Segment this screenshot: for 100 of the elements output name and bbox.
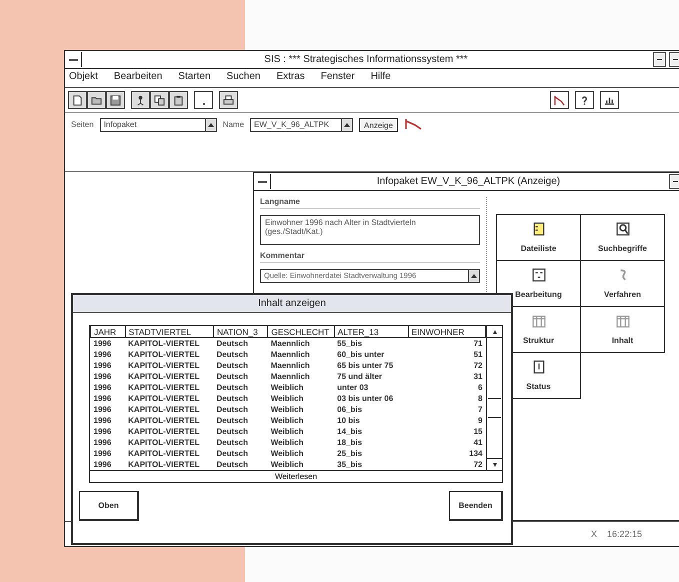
table-cell-text: KAPITOL-VIERTEL	[127, 437, 201, 448]
toolbar-button[interactable]	[150, 91, 169, 109]
toolbar-button[interactable]	[219, 91, 238, 109]
menu-item[interactable]: Hilfe	[370, 71, 391, 85]
table-cell-text: 03 bis unter 06	[336, 393, 394, 404]
table-cell: KAPITOL-VIERTEL	[125, 338, 214, 349]
table-cell-text: KAPITOL-VIERTEL	[127, 393, 201, 404]
table-cell-text: Deutsch	[215, 360, 249, 371]
tool-tile[interactable]: Dateiliste	[496, 214, 581, 261]
minimize-button[interactable]	[653, 52, 666, 67]
column-header: EINWOHNER	[408, 326, 486, 338]
table-cell-text: 8	[477, 393, 484, 404]
table-cell-text: 134	[468, 448, 484, 459]
field-label: Kommentar	[260, 251, 480, 263]
dialog-button[interactable]: Oben	[79, 491, 139, 521]
window-title: Infopaket EW_V_K_96_ALTPK (Anzeige)	[376, 176, 562, 187]
toolbar-button[interactable]	[575, 91, 594, 109]
table-cell-text: 75 und älter	[336, 371, 384, 382]
table-cell-text: KAPITOL-VIERTEL	[127, 404, 201, 415]
table-cell-text: 7	[477, 404, 484, 415]
table-cell-text: Weiblich	[270, 448, 304, 459]
show-button[interactable]: Anzeige	[359, 118, 398, 132]
table-cell-text: Maennlich	[270, 371, 311, 382]
table-cell-text: Weiblich	[270, 426, 304, 437]
read-more-button[interactable]: Weiterlesen	[90, 470, 502, 482]
toolbar-button[interactable]	[106, 91, 125, 109]
toolbar-button[interactable]	[68, 91, 87, 109]
person-icon	[135, 94, 146, 106]
toolbar-button[interactable]	[550, 91, 569, 109]
table-cell-text: 10 bis	[336, 415, 361, 426]
menu-item[interactable]: Fenster	[320, 71, 355, 85]
table-cell-text: Deutsch	[215, 448, 249, 459]
table-cell-text: 51	[472, 349, 484, 360]
table-cell-text: unter 03	[336, 382, 370, 393]
table-cell-text: 1996	[92, 393, 112, 404]
table-cell-text: 6	[477, 382, 484, 393]
dialog-title: Inhalt anzeigen	[73, 295, 511, 313]
status-mark: X	[590, 529, 597, 539]
menu-item[interactable]: Starten	[178, 71, 211, 85]
table-cell-text: 72	[472, 459, 484, 470]
table-icon	[530, 314, 546, 328]
combo-box[interactable]: EW_V_K_96_ALTPK	[250, 118, 354, 132]
table-cell-text: KAPITOL-VIERTEL	[127, 415, 201, 426]
table-cell-text: Deutsch	[215, 459, 249, 470]
toolbar-button[interactable]	[131, 91, 150, 109]
tool-tile[interactable]: Inhalt	[580, 306, 665, 353]
column-header: GESCHLECHT	[268, 326, 334, 338]
status-time: 16:22:15	[606, 529, 642, 539]
column-header: JAHR	[90, 326, 126, 338]
menu-item[interactable]: Objekt	[69, 71, 98, 85]
table-cell-text: 35_bis	[336, 459, 364, 470]
tool-tile[interactable]: Suchbegriffe	[580, 214, 665, 261]
toolbar-button[interactable]	[169, 91, 188, 109]
table-cell-text: Weiblich	[270, 382, 304, 393]
table-cell-text: 06_bis	[336, 404, 364, 415]
text-area[interactable]: Einwohner 1996 nach Alter in Stadtvierteln (ges./Stadt/Kat.)	[260, 215, 480, 245]
column-header: STADTVIERTEL	[125, 326, 214, 338]
table-cell-text: 1996	[92, 437, 112, 448]
table-cell-text: Deutsch	[215, 349, 249, 360]
scrollbar[interactable]	[486, 326, 502, 470]
table-cell-text: KAPITOL-VIERTEL	[127, 360, 201, 371]
table-cell-text: 15	[472, 426, 484, 437]
window-title: SIS : *** Strategisches Informationssystem ***	[263, 54, 469, 65]
form-icon	[530, 268, 546, 282]
table-cell-text: Deutsch	[215, 382, 249, 393]
paste-icon	[173, 94, 184, 106]
table-cell-text: 14_bis	[336, 426, 364, 437]
menu-item[interactable]: Suchen	[226, 71, 260, 85]
table-cell-text: KAPITOL-VIERTEL	[127, 371, 201, 382]
table-cell-text: Deutsch	[215, 404, 249, 415]
table-cell-text: Deutsch	[215, 426, 249, 437]
table-cell-text: Deutsch	[215, 437, 249, 448]
table-cell-text: KAPITOL-VIERTEL	[127, 448, 201, 459]
menu-item[interactable]: Bearbeiten	[114, 71, 162, 85]
combo-box[interactable]: Infopaket	[100, 118, 217, 132]
table-cell-text: Deutsch	[215, 371, 249, 382]
table-cell-text: KAPITOL-VIERTEL	[127, 382, 201, 393]
table-cell: Maennlich	[268, 338, 334, 349]
menu-item[interactable]: Extras	[276, 71, 305, 85]
column-header: ALTER_13	[334, 326, 408, 338]
table-cell-text: Weiblich	[270, 437, 304, 448]
toolbar-button[interactable]	[87, 91, 106, 109]
field-label: Seiten	[71, 120, 94, 129]
table-cell-text: Weiblich	[270, 404, 304, 415]
new-document-icon	[72, 94, 83, 106]
table-cell-text: Maennlich	[270, 360, 311, 371]
table-cell-text: Deutsch	[215, 415, 249, 426]
search-icon	[614, 222, 630, 236]
table-cell-text: 1996	[92, 382, 112, 393]
table-cell-text: Weiblich	[270, 393, 304, 404]
toolbar-button[interactable]	[194, 91, 213, 109]
table-cell: 71	[408, 338, 486, 349]
field-label: Name	[222, 120, 244, 129]
minimize-button[interactable]	[669, 174, 679, 189]
toolbar-button[interactable]	[600, 91, 619, 109]
table-cell-text: Weiblich	[270, 415, 304, 426]
table-cell-text: 1996	[92, 371, 112, 382]
field-label: Langname	[260, 197, 480, 209]
dialog-button[interactable]: Beenden	[449, 491, 503, 521]
table-cell-text: 9	[477, 415, 484, 426]
